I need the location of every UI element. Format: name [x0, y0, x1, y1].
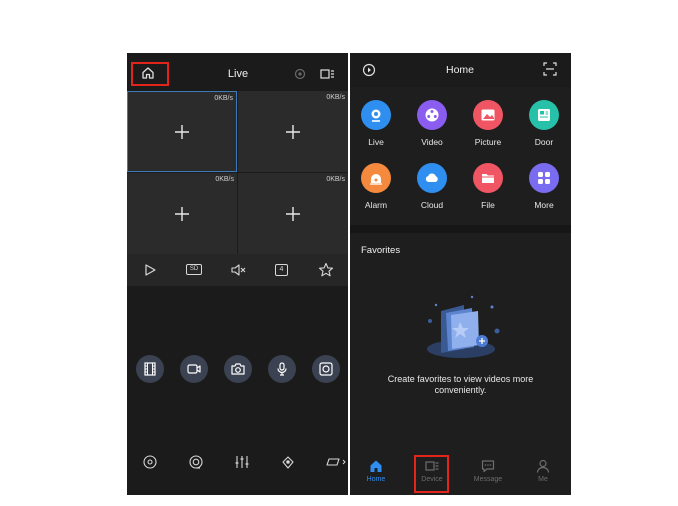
add-device-icon[interactable]	[286, 206, 300, 221]
app-label: More	[534, 200, 554, 210]
app-picture[interactable]: Picture	[460, 100, 516, 147]
live-top-bar: Live	[127, 53, 348, 90]
app-label: Cloud	[420, 200, 444, 210]
section-divider	[350, 225, 571, 233]
message-icon	[481, 460, 495, 473]
lens-icon[interactable]	[188, 454, 204, 470]
file-icon	[473, 163, 503, 193]
tab-home[interactable]: Home	[356, 459, 396, 483]
mute-icon[interactable]	[230, 262, 246, 278]
film-icon	[144, 362, 156, 376]
bitrate-label: 0KB/s	[326, 176, 345, 183]
ptz-icon[interactable]	[142, 454, 158, 470]
empty-favorites-message: Create favorites to view videos more con…	[387, 374, 534, 395]
video-cell-3[interactable]: 0KB/s	[127, 173, 237, 254]
app-alarm[interactable]: Alarm	[350, 163, 404, 210]
video-record-button[interactable]	[180, 355, 208, 383]
settings-icon[interactable]	[294, 68, 306, 80]
record-button[interactable]	[136, 355, 164, 383]
wiper-icon[interactable]	[325, 454, 348, 470]
page-title: Live	[227, 68, 249, 80]
add-device-icon[interactable]	[175, 124, 189, 139]
talk-button[interactable]	[268, 355, 296, 383]
bitrate-label: 0KB/s	[214, 95, 233, 102]
fisheye-icon	[319, 362, 333, 376]
fisheye-button[interactable]	[312, 355, 340, 383]
app-label: Door	[534, 137, 554, 147]
location-icon[interactable]	[280, 454, 296, 470]
bitrate-label: 0KB/s	[326, 94, 345, 101]
app-label: Picture	[474, 137, 502, 147]
playback-history-icon[interactable]	[362, 63, 376, 77]
app-live[interactable]: Live	[350, 100, 404, 147]
video-cell-4[interactable]: 0KB/s	[238, 173, 348, 254]
app-more[interactable]: More	[516, 163, 571, 210]
app-video[interactable]: Video	[404, 100, 460, 147]
home-screen: Home Live Video Picture Door Alarm Cloud	[350, 53, 571, 495]
app-label: Video	[421, 137, 443, 147]
tab-message[interactable]: Message	[468, 459, 508, 483]
star-icon[interactable]	[318, 262, 334, 278]
play-icon[interactable]	[142, 262, 158, 278]
home-top-bar: Home	[350, 53, 571, 87]
favorites-title: Favorites	[361, 245, 401, 256]
live-icon	[361, 100, 391, 130]
app-label: Live	[368, 137, 384, 147]
app-cloud[interactable]: Cloud	[404, 163, 460, 210]
device-highlight-box	[414, 455, 449, 493]
add-device-icon[interactable]	[286, 124, 300, 139]
picture-icon	[473, 100, 503, 130]
camera-icon	[231, 363, 245, 375]
split-screen-button[interactable]: 4	[275, 264, 288, 276]
alarm-icon	[361, 163, 391, 193]
tab-label: Message	[473, 476, 503, 483]
add-device-icon[interactable]	[175, 206, 189, 221]
adjust-icon[interactable]	[234, 454, 250, 470]
home-highlight-box	[131, 62, 169, 86]
person-icon	[536, 459, 550, 473]
page-title: Home	[445, 64, 474, 76]
more-icon	[529, 163, 559, 193]
video-cell-1[interactable]: 0KB/s	[127, 91, 237, 172]
tab-label: Me	[538, 476, 548, 483]
video-reel-icon	[417, 100, 447, 130]
cloud-icon	[417, 163, 447, 193]
video-cell-2[interactable]: 0KB/s	[238, 91, 348, 172]
tab-label: Home	[366, 476, 386, 483]
device-list-icon[interactable]	[320, 68, 335, 80]
scan-icon[interactable]	[543, 62, 557, 76]
app-label: Alarm	[364, 200, 388, 210]
empty-favorites-illustration	[416, 291, 506, 361]
microphone-icon	[277, 362, 287, 376]
app-label: File	[481, 200, 495, 210]
tab-me[interactable]: Me	[523, 459, 563, 483]
app-door[interactable]: Door	[516, 100, 571, 147]
door-icon	[529, 100, 559, 130]
app-file[interactable]: File	[460, 163, 516, 210]
live-screen: Live 0KB/s 0KB/s 0KB/s 0KB/s SD 4	[127, 53, 348, 495]
bitrate-label: 0KB/s	[215, 176, 234, 183]
sd-quality-button[interactable]: SD	[186, 264, 202, 275]
snapshot-button[interactable]	[224, 355, 252, 383]
playback-control-bar: SD 4	[127, 254, 348, 286]
video-camera-icon	[187, 364, 201, 374]
home-icon	[370, 460, 382, 472]
